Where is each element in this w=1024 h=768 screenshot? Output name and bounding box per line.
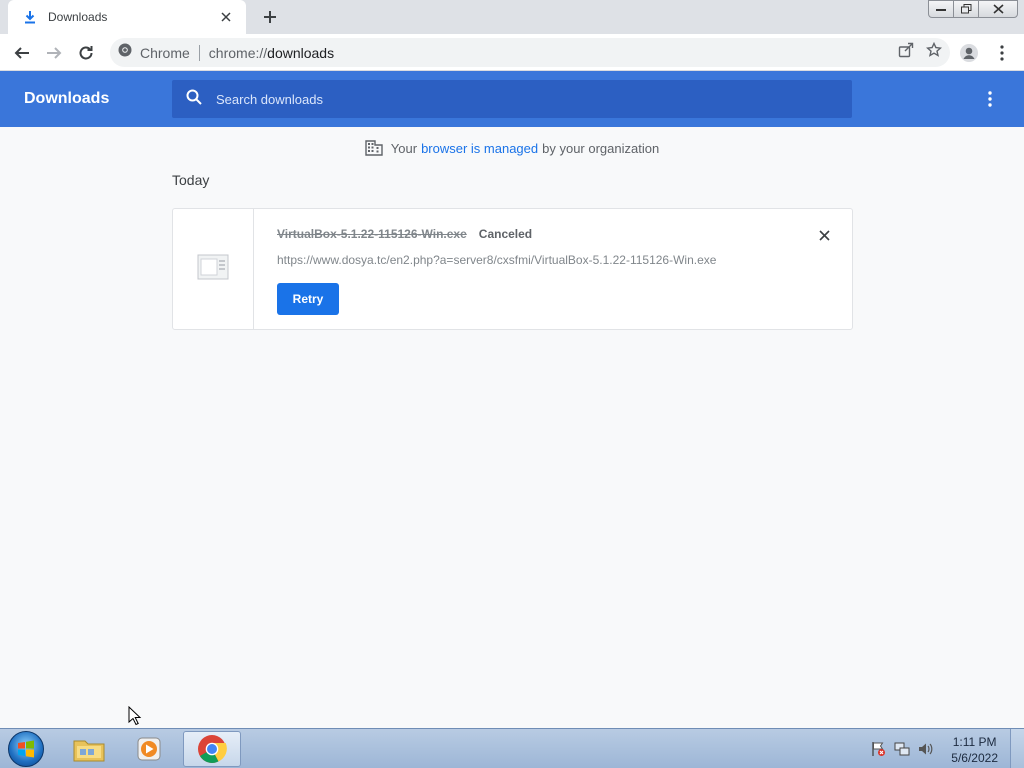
- window-close-button[interactable]: [978, 0, 1018, 18]
- browser-managed-link[interactable]: browser is managed: [421, 141, 538, 156]
- downloads-menu-button[interactable]: [980, 89, 1000, 109]
- tab-title: Downloads: [48, 10, 108, 24]
- file-icon: [197, 253, 229, 286]
- url-path: downloads: [267, 44, 335, 61]
- more-vert-icon: [1000, 45, 1004, 61]
- filename-row: VirtualBox-5.1.22-115126-Win.exe Cancele…: [277, 227, 772, 241]
- url-prefix: chrome://: [208, 44, 268, 61]
- taskbar-explorer[interactable]: [60, 731, 118, 767]
- back-arrow-icon: [14, 47, 29, 59]
- file-icon-column: [173, 209, 254, 329]
- site-label: Chrome: [140, 44, 190, 61]
- system-tray: [870, 741, 934, 762]
- address-bar[interactable]: Chrome chrome://downloads: [110, 38, 950, 67]
- more-vert-icon: [988, 91, 992, 107]
- reload-icon: [79, 46, 93, 60]
- share-icon[interactable]: [898, 42, 914, 63]
- download-item: VirtualBox-5.1.22-115126-Win.exe Cancele…: [172, 208, 853, 330]
- browser-toolbar: Chrome chrome://downloads: [0, 34, 1024, 71]
- download-url[interactable]: https://www.dosya.tc/en2.php?a=server8/c…: [277, 253, 772, 267]
- date-section-label: Today: [172, 172, 210, 188]
- volume-icon[interactable]: [918, 741, 934, 762]
- search-box[interactable]: [172, 80, 852, 118]
- taskbar-media-player[interactable]: [120, 731, 178, 767]
- omnibox-actions: [898, 41, 943, 63]
- tab-strip: Downloads: [0, 0, 1024, 34]
- windows-logo-icon: [18, 740, 34, 758]
- folder-icon: [73, 740, 105, 762]
- taskbar-clock[interactable]: 1:11 PM 5/6/2022: [951, 734, 998, 766]
- remove-download-icon[interactable]: [814, 225, 834, 245]
- media-player-icon: [137, 737, 161, 761]
- clock-date: 5/6/2022: [951, 751, 998, 765]
- back-button[interactable]: [8, 39, 36, 67]
- url-text: chrome://downloads: [209, 45, 334, 61]
- forward-arrow-icon: [47, 47, 62, 59]
- minimize-button[interactable]: [928, 0, 954, 18]
- window-controls: [928, 0, 1018, 18]
- building-icon: [365, 140, 383, 156]
- omnibox-separator: [198, 44, 200, 61]
- managed-notice: Your browser is managed by your organiza…: [0, 140, 1024, 156]
- profile-avatar-icon: [960, 44, 978, 62]
- taskbar-chrome[interactable]: [183, 731, 241, 767]
- chrome-icon: [198, 735, 227, 763]
- new-tab-button[interactable]: [258, 6, 282, 28]
- page-title: Downloads: [24, 90, 110, 107]
- profile-button[interactable]: [955, 39, 983, 67]
- start-button[interactable]: [8, 731, 44, 767]
- tab-close-icon[interactable]: [216, 7, 236, 27]
- search-icon: [186, 89, 202, 110]
- download-icon: [22, 9, 38, 25]
- managed-prefix: Your: [390, 140, 418, 156]
- restore-button[interactable]: [953, 0, 979, 18]
- download-details: VirtualBox-5.1.22-115126-Win.exe Cancele…: [277, 227, 772, 315]
- chrome-logo-icon: [118, 43, 132, 62]
- download-status: Canceled: [478, 227, 533, 241]
- action-center-flag-icon[interactable]: [870, 741, 886, 762]
- reload-button[interactable]: [72, 39, 100, 67]
- tab-downloads[interactable]: Downloads: [8, 0, 246, 34]
- downloads-header: Downloads: [0, 71, 1024, 127]
- browser-menu-button[interactable]: [988, 39, 1016, 67]
- bookmark-star-icon[interactable]: [925, 41, 943, 63]
- managed-suffix: by your organization: [542, 140, 660, 156]
- taskbar: 1:11 PM 5/6/2022: [0, 728, 1024, 768]
- show-desktop-button[interactable]: [1010, 729, 1024, 768]
- search-input[interactable]: [216, 91, 816, 107]
- forward-button[interactable]: [40, 39, 68, 67]
- clock-time: 1:11 PM: [952, 735, 997, 749]
- network-icon[interactable]: [894, 741, 910, 762]
- retry-button[interactable]: Retry: [277, 283, 339, 315]
- download-filename[interactable]: VirtualBox-5.1.22-115126-Win.exe: [277, 227, 467, 241]
